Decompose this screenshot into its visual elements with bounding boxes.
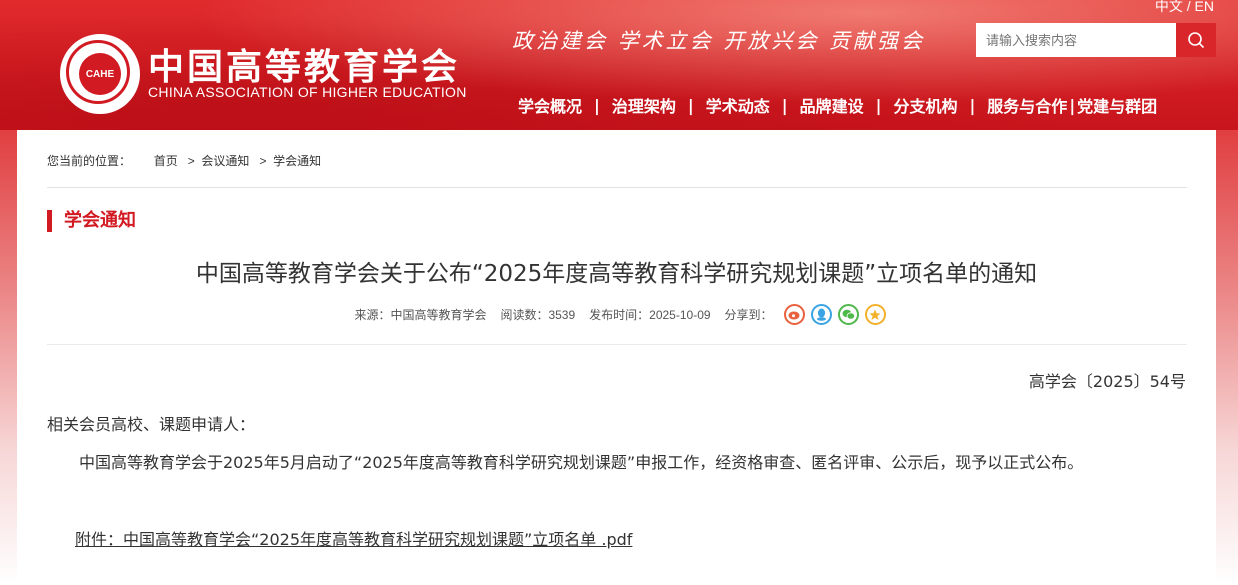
breadcrumb-separator: > (181, 154, 199, 168)
qq-icon[interactable] (810, 304, 832, 325)
article-date: 发布时间：2025-10-09 (589, 308, 711, 322)
nav-item-services[interactable]: 服务与合作 (987, 93, 1067, 117)
article-paragraph: 中国高等教育学会于2025年5月启动了“2025年度高等教育科学研究规划课题”申… (79, 453, 1084, 472)
content-panel: 您当前的位置： 首页 > 会议通知 > 学会通知 学会通知 中国高等教育学会关于… (17, 130, 1216, 585)
nav-divider: | (969, 95, 976, 115)
breadcrumb-separator: > (252, 154, 270, 168)
cahe-logo[interactable]: CAHE (60, 34, 140, 114)
search-button[interactable] (1176, 23, 1216, 57)
nav-item-overview[interactable]: 学会概况 (518, 93, 582, 117)
weibo-icon[interactable] (783, 304, 805, 325)
share-label: 分享到： (724, 308, 773, 322)
search-icon (1188, 32, 1205, 49)
nav-divider: | (687, 95, 694, 115)
nav-divider: | (594, 95, 600, 115)
attachment-link[interactable]: 附件：中国高等教育学会“2025年度高等教育科学研究规划课题”立项名单 .pdf (75, 526, 632, 550)
salutation: 相关会员高校、课题申请人： (47, 415, 256, 434)
section-title: 学会通知 (47, 210, 136, 232)
search-input[interactable] (976, 23, 1176, 57)
nav-item-branches[interactable]: 分支机构 (893, 93, 957, 117)
divider (47, 344, 1187, 345)
breadcrumb-prefix: 您当前的位置： (47, 154, 132, 168)
article-meta: 来源：中国高等教育学会 阅读数：3539 发布时间：2025-10-09 分享到… (17, 304, 1216, 325)
search-box (976, 23, 1216, 57)
nav-item-governance[interactable]: 治理架构 (612, 93, 676, 117)
org-name: 中国高等教育学会 (148, 46, 461, 88)
site-header: 中文 / EN CAHE 中国高等教育学会 CHINA ASSOCIATION … (0, 0, 1238, 130)
nav-item-brand[interactable]: 品牌建设 (800, 93, 864, 117)
document-number: 高学会〔2025〕54号 (1028, 372, 1186, 391)
main-nav: 学会概况 | 治理架构 | 学术动态 | 品牌建设 | 分支机构 | 服务与合作… (518, 93, 1157, 117)
logo-badge: CAHE (79, 53, 121, 95)
breadcrumb-meeting-notices[interactable]: 会议通知 (201, 154, 249, 168)
divider (47, 187, 1187, 188)
nav-divider: | (875, 95, 882, 115)
org-name-en: CHINA ASSOCIATION OF HIGHER EDUCATION (148, 84, 467, 100)
breadcrumb: 您当前的位置： 首页 > 会议通知 > 学会通知 (47, 152, 321, 169)
share-buttons (783, 304, 886, 325)
wechat-icon[interactable] (837, 304, 859, 325)
language-switch[interactable]: 中文 / EN (1155, 0, 1214, 16)
article-source: 来源：中国高等教育学会 (354, 308, 487, 322)
nav-item-academic[interactable]: 学术动态 (706, 93, 770, 117)
article-title: 中国高等教育学会关于公布“2025年度高等教育科学研究规划课题”立项名单的通知 (195, 261, 1038, 287)
nav-divider: | (781, 95, 788, 115)
qzone-icon[interactable] (864, 304, 886, 325)
nav-item-party[interactable]: 党建与群团 (1077, 93, 1157, 117)
nav-divider: | (1069, 95, 1076, 115)
breadcrumb-association-notices[interactable]: 学会通知 (273, 154, 321, 168)
breadcrumb-home[interactable]: 首页 (154, 154, 178, 168)
article-reads: 阅读数：3539 (500, 308, 576, 322)
slogan: 政治建会 学术立会 开放兴会 贡献强会 (512, 29, 926, 53)
